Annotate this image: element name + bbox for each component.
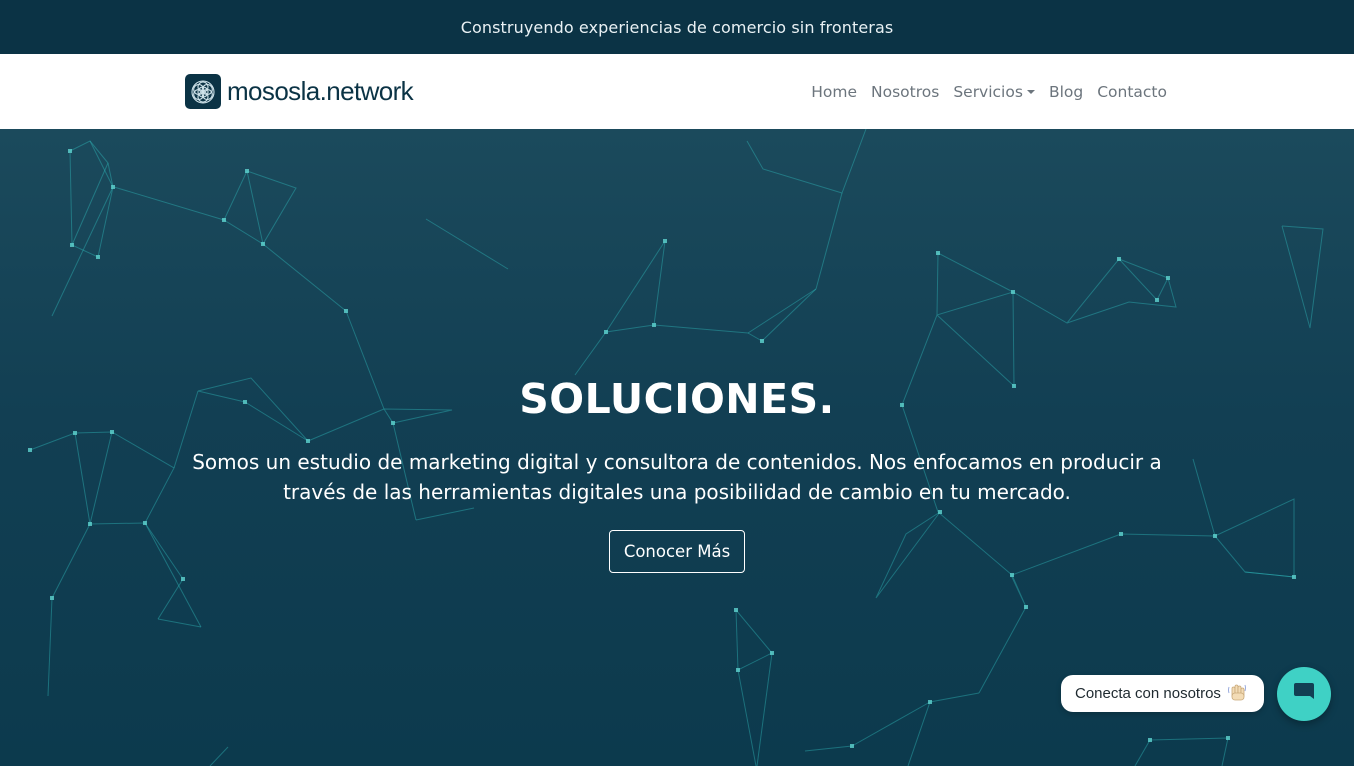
nav-menu: Home Nosotros Servicios Blog Contacto (811, 80, 1167, 104)
chat-prompt-bubble[interactable]: Conecta con nosotros (1061, 675, 1264, 712)
waving-hand-icon (1227, 682, 1247, 706)
nav-item-blog[interactable]: Blog (1049, 83, 1083, 101)
hero-description: Somos un estudio de marketing digital y … (192, 450, 1162, 504)
nav-item-nosotros[interactable]: Nosotros (871, 83, 939, 101)
announcement-text: Construyendo experiencias de comercio si… (460, 17, 894, 37)
flower-of-life-icon (185, 74, 221, 109)
chat-prompt-text: Conecta con nosotros (1075, 685, 1221, 702)
chat-launcher-button[interactable] (1277, 667, 1331, 721)
brand-link[interactable]: mososla.network (185, 74, 414, 109)
nav-item-servicios-label: Servicios (953, 83, 1023, 101)
hero-title: SOLUCIONES. (519, 375, 835, 423)
announcement-bar: Construyendo experiencias de comercio si… (0, 0, 1354, 54)
caret-down-icon (1026, 90, 1035, 94)
brand-name: mososla.network (227, 76, 414, 106)
conocer-mas-button[interactable]: Conocer Más (609, 530, 745, 573)
nav-item-servicios[interactable]: Servicios (953, 83, 1035, 101)
chat-icon (1292, 680, 1316, 708)
hero-section: SOLUCIONES. Somos un estudio de marketin… (0, 129, 1354, 766)
navbar: mososla.network Home Nosotros Servicios … (0, 54, 1354, 129)
nav-item-contacto[interactable]: Contacto (1097, 83, 1167, 101)
nav-item-home[interactable]: Home (811, 83, 857, 101)
